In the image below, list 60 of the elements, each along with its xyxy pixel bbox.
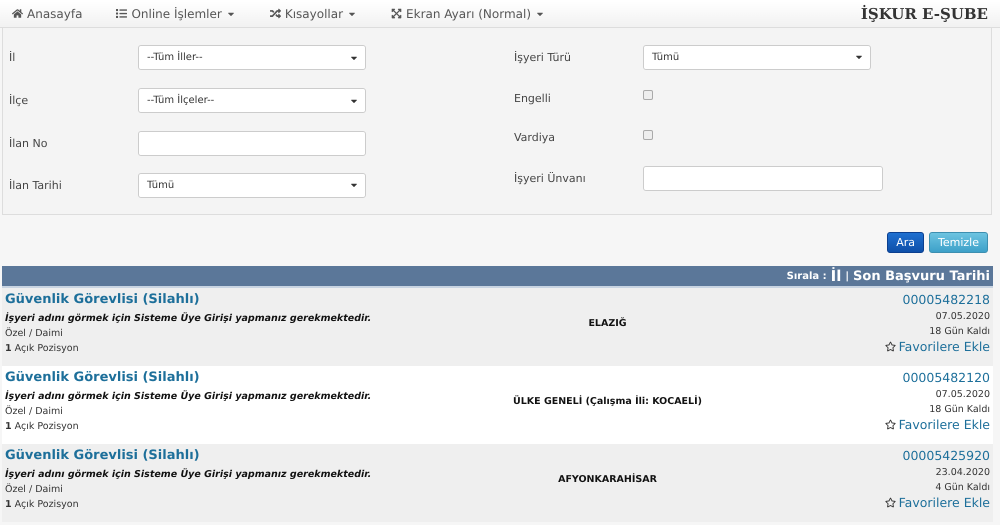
open-positions: 1 Açık Pozisyon (5, 499, 79, 510)
select-field[interactable]: --Tüm İlçeler-- (138, 88, 366, 113)
search-button[interactable]: Ara (887, 232, 924, 253)
job-type: Özel / Daimi (5, 406, 63, 417)
open-positions: 1 Açık Pozisyon (5, 343, 79, 354)
shuffle-icon (270, 8, 281, 19)
field-label: İlan Tarihi (8, 178, 63, 192)
checkbox[interactable] (643, 130, 653, 140)
nav-item[interactable]: Kısayollar (270, 6, 358, 20)
open-positions: 1 Açık Pozisyon (5, 421, 79, 432)
sort-link[interactable]: İl (830, 267, 842, 285)
job-title-link[interactable]: Güvenlik Görevlisi (Silahlı) (5, 448, 200, 463)
listing-number-link[interactable]: 00005482120 (902, 370, 990, 385)
field-label: İl (8, 51, 16, 64)
nav-item[interactable]: Anasayfa (12, 6, 82, 20)
select-field[interactable]: Tümü (643, 44, 871, 70)
separator: | (845, 270, 850, 282)
location-text: AFYONKARAHİSAR (558, 474, 657, 486)
job-title-link[interactable]: Güvenlik Görevlisi (Silahlı) (5, 370, 200, 385)
star-icon (884, 419, 896, 430)
days-left: 4 Gün Kaldı (935, 482, 990, 493)
input-field[interactable] (643, 166, 883, 190)
field-label: Vardiya (513, 131, 556, 144)
sort-link[interactable]: Son Başvuru Tarihi (853, 268, 990, 284)
job-title-link[interactable]: Güvenlik Görevlisi (Silahlı) (5, 292, 200, 307)
sort-label: Sırala : (786, 270, 827, 282)
deadline-date: 23.04.2020 (936, 467, 990, 478)
add-favorite-link[interactable]: Favorilere Ekle (884, 495, 990, 510)
job-type: Özel / Daimi (5, 328, 63, 339)
star-icon (884, 341, 896, 352)
notice-text: İşyeri adını görmek için Sisteme Üye Girişi yapmanız gerekmektedir. (5, 469, 372, 480)
input-field[interactable] (138, 130, 366, 156)
field-label: İlan No (8, 136, 48, 150)
brand-title: İŞKUR E-ŞUBE (860, 4, 988, 22)
field-label: İşyeri Ünvanı (513, 172, 587, 184)
home-icon (12, 8, 23, 19)
select-field[interactable]: --Tüm İller-- (138, 45, 366, 70)
add-favorite-link[interactable]: Favorilere Ekle (884, 339, 990, 354)
field-label: İşyeri Türü (513, 50, 572, 64)
location-text: ELAZIĞ (588, 318, 627, 330)
checkbox[interactable] (643, 90, 653, 100)
field-label: İlçe (8, 94, 30, 107)
nav-item[interactable]: Ekran Ayarı (Normal) (391, 6, 545, 20)
listing-number-link[interactable]: 00005482218 (902, 292, 990, 307)
listing-number-link[interactable]: 00005425920 (902, 448, 990, 463)
deadline-date: 07.05.2020 (936, 389, 990, 400)
nav-item[interactable]: Online İşlemler (116, 6, 236, 20)
job-type: Özel / Daimi (5, 484, 63, 495)
star-icon (884, 497, 896, 508)
add-favorite-link[interactable]: Favorilere Ekle (884, 417, 990, 432)
days-left: 18 Gün Kaldı (929, 326, 990, 337)
field-label: Engelli (513, 92, 552, 104)
expand-icon (391, 8, 402, 19)
deadline-date: 07.05.2020 (936, 311, 990, 322)
location-text: ÜLKE GENELİ (Çalışma İli: KOCAELİ) (513, 396, 702, 408)
notice-text: İşyeri adını görmek için Sisteme Üye Girişi yapmanız gerekmektedir. (5, 391, 372, 402)
list-icon (116, 8, 128, 19)
select-field[interactable]: Tümü (138, 172, 366, 198)
notice-text: İşyeri adını görmek için Sisteme Üye Girişi yapmanız gerekmektedir. (5, 313, 372, 324)
days-left: 18 Gün Kaldı (929, 404, 990, 415)
